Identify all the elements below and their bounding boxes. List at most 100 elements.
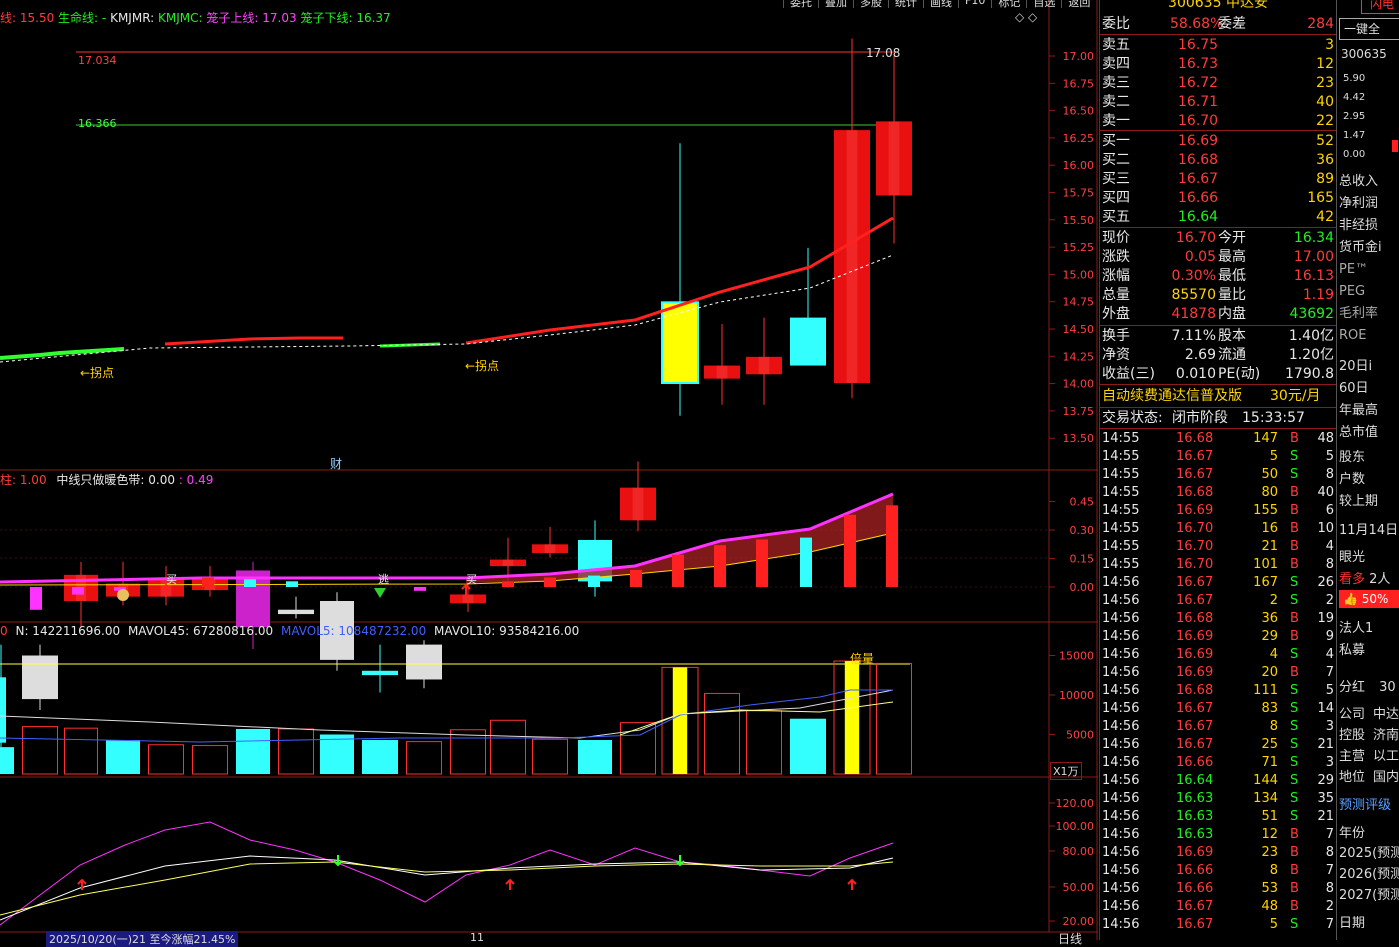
book-price: 16.71 — [1178, 94, 1219, 110]
tick-time: 14:56 — [1102, 593, 1140, 608]
promo-price[interactable]: 30元/月 — [1270, 387, 1321, 405]
company-value: 中达 — [1373, 707, 1399, 722]
tick-volume: 21 — [1261, 539, 1278, 554]
tick-volume: 50 — [1261, 467, 1278, 482]
stock-code: 300635 — [1168, 0, 1222, 11]
menu-item[interactable]: 画线 — [923, 0, 958, 9]
tick-volume: 25 — [1261, 737, 1278, 752]
vol-axis-label: 5000 — [1066, 729, 1094, 742]
menu-item[interactable]: 委托 — [783, 0, 818, 9]
stat-label: 净资 — [1102, 347, 1130, 363]
tick-count: 19 — [1317, 611, 1334, 626]
ind1-buy-mark-2: 买 — [466, 573, 477, 586]
tick-direction: S — [1290, 791, 1299, 806]
tick-price: 16.64 — [1176, 773, 1214, 788]
menu-item[interactable]: 自选 — [1026, 0, 1061, 9]
stat-value: 0.010 — [1175, 366, 1216, 382]
tick-time: 14:56 — [1102, 899, 1140, 914]
book-row: 卖四 16.73 12 — [1100, 55, 1336, 73]
tick-volume: 71 — [1261, 755, 1278, 770]
vol-bar — [320, 734, 354, 774]
finance-marker[interactable]: 财 — [330, 455, 342, 472]
upper-line-label: 17.034 — [78, 54, 117, 67]
tick-volume: 5 — [1269, 917, 1278, 932]
tick-time: 14:56 — [1102, 773, 1140, 788]
rating-button[interactable]: 预测评级 — [1339, 794, 1391, 813]
tick-volume: 4 — [1269, 647, 1278, 662]
stat-label: 内盘 — [1218, 306, 1246, 322]
stat-row: 现价 16.70 今开 16.34 — [1100, 229, 1336, 247]
vol-t5: MAVOL10: 93584216.00 — [434, 624, 580, 638]
candle-sheen — [632, 487, 644, 521]
tick-count: 4 — [1325, 647, 1334, 662]
ind1-bar — [286, 581, 298, 587]
candle-body — [662, 302, 698, 383]
tick-volume: 147 — [1253, 431, 1278, 446]
lightning-tab[interactable]: 闪电 — [1361, 0, 1399, 14]
tick-time: 14:55 — [1102, 467, 1140, 482]
ind1-title-b: 中线只做暖色带: 0.00 — [56, 473, 175, 487]
candle-sheen — [462, 594, 474, 604]
tick-price: 16.69 — [1176, 647, 1214, 662]
diamond-icon[interactable]: ◇ ◇ — [1015, 10, 1037, 24]
candle-body — [790, 317, 826, 366]
company-value: 国内 — [1373, 770, 1399, 785]
menu-item[interactable]: 统计 — [888, 0, 923, 9]
candle-body — [406, 644, 442, 680]
stat-value: 16.70 — [1175, 230, 1216, 246]
candle-sheen — [758, 356, 770, 375]
vol-t4: MAVOL5: 108487232.00 — [280, 624, 427, 638]
finance-item: 非经损 — [1339, 218, 1379, 233]
candle-sheen — [502, 559, 514, 567]
prefix-label: 线: 15.50 — [0, 11, 55, 25]
tick-time: 14:55 — [1102, 557, 1140, 572]
company-row: 主营 以工 — [1339, 746, 1399, 767]
vol-bar — [876, 662, 912, 775]
book-label: 卖五 — [1102, 37, 1130, 53]
book-price: 16.69 — [1178, 133, 1219, 149]
book-label: 买五 — [1102, 209, 1130, 225]
book-label: 买二 — [1102, 152, 1130, 168]
volume-title: 0 N: 142211696.00 MAVOL45: 67280816.00 M… — [0, 624, 579, 638]
tick-direction: B — [1290, 557, 1299, 572]
tick-row: 14:56 16.66 71 S 3 — [1100, 754, 1336, 772]
tick-row: 14:55 16.67 5 S 5 — [1100, 448, 1336, 466]
weibi-value: 58.68% — [1170, 16, 1224, 32]
menu-item[interactable]: 多股 — [853, 0, 888, 9]
book-volume: 3 — [1325, 37, 1334, 53]
kanduo-row: 看多 2人 — [1339, 568, 1390, 587]
finance-items: 总收入 净利润 非经损 货币金i PE™ PEG 毛利率 ROE — [1339, 171, 1382, 347]
tick-time: 14:56 — [1102, 737, 1140, 752]
tick-count: 3 — [1325, 755, 1334, 770]
promo-row[interactable]: 自动续费通达信普及版 30元/月 — [1100, 387, 1336, 405]
promo-text[interactable]: 自动续费通达信普及版 — [1102, 387, 1242, 405]
tick-volume: 155 — [1253, 503, 1278, 518]
menu-item[interactable]: 叠加 — [818, 0, 853, 9]
book-row: 买五 16.64 42 — [1100, 208, 1336, 226]
tick-price: 16.67 — [1176, 593, 1214, 608]
tick-time: 14:56 — [1102, 611, 1140, 626]
vol-t2: N: 142211696.00 — [15, 624, 121, 638]
vol-bar — [490, 719, 526, 775]
range-item: 总市值 — [1339, 425, 1379, 440]
tick-row: 14:56 16.69 23 B 8 — [1100, 844, 1336, 862]
stat-value: 7.11% — [1171, 328, 1216, 344]
range-item: 60日 — [1339, 381, 1369, 396]
price-axis-label: 14.00 — [1063, 378, 1095, 391]
period-label[interactable]: 日线 — [1058, 930, 1082, 947]
tick-time: 14:56 — [1102, 755, 1140, 770]
one-click-button[interactable]: 一键全 — [1339, 18, 1399, 40]
kline-chart-area[interactable]: 17.00 16.75 16.50 16.25 16.00 15.75 15.50 15.25… — [0, 0, 1098, 940]
menu-item[interactable]: 标记 — [991, 0, 1026, 9]
ind1-title-a: 柱: 1.00 — [0, 473, 47, 487]
tick-row: 14:55 16.70 16 B 10 — [1100, 520, 1336, 538]
kline-chart-svg[interactable]: 17.00 16.75 16.50 16.25 16.00 15.75 15.50 15.25… — [0, 0, 1098, 940]
menu-item[interactable]: 返回 — [1061, 0, 1096, 9]
stat-label: 最低 — [1218, 268, 1246, 284]
tick-volume: 16 — [1261, 521, 1278, 536]
finance-item: 货币金i — [1339, 240, 1382, 255]
company-key: 公司 — [1339, 707, 1366, 722]
menu-item[interactable]: F10 — [958, 0, 991, 8]
vol-bar — [704, 692, 740, 775]
ind1-buy-mark-1: 买 — [166, 573, 177, 586]
